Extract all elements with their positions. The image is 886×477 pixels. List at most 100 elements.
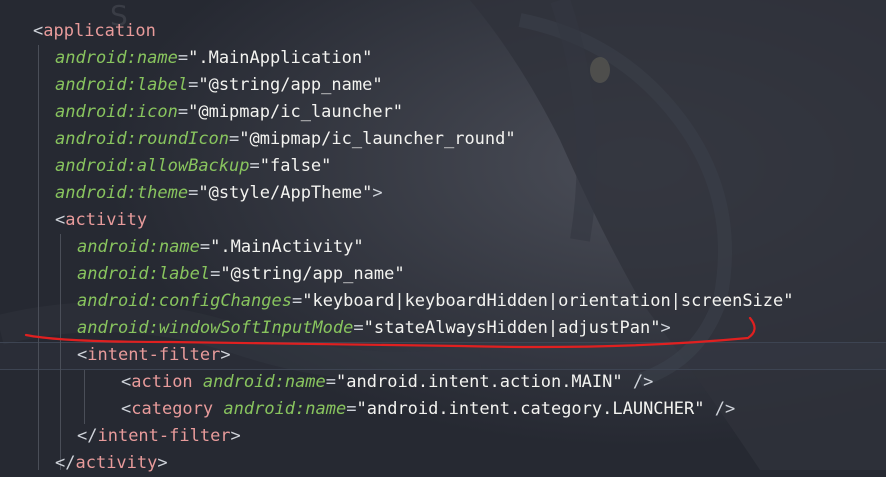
namespace-separator: : [274, 372, 285, 392]
namespace-separator: : [148, 291, 159, 311]
attribute-value: "stateAlwaysHidden|adjustPan" [363, 318, 661, 338]
tag-bracket: </ [77, 426, 98, 446]
tag-bracket: < [55, 210, 66, 230]
equals-sign: = [210, 264, 221, 284]
code-line[interactable]: android:label="@string/app_name" [55, 72, 383, 99]
namespace-prefix: android [55, 129, 127, 149]
attribute-name: name [305, 399, 347, 419]
indent-guide [84, 370, 85, 424]
namespace-separator: : [126, 75, 137, 95]
tag-bracket: > [230, 426, 241, 446]
xml-tag-name: category [131, 399, 214, 419]
code-line[interactable]: android:label="@string/app_name" [77, 261, 405, 288]
code-line[interactable]: <application [33, 18, 156, 45]
xml-tag-name: intent-filter [87, 345, 221, 365]
code-line[interactable]: android:theme="@style/AppTheme"> [55, 180, 383, 207]
code-line[interactable]: android:allowBackup="false" [55, 153, 331, 180]
equals-sign: = [353, 318, 364, 338]
attribute-name: theme [136, 183, 189, 203]
attribute-name: name [158, 237, 200, 257]
code-line[interactable]: </intent-filter> [77, 423, 241, 450]
namespace-separator: : [126, 48, 137, 68]
attribute-name: label [158, 264, 211, 284]
tag-bracket: > [660, 318, 671, 338]
namespace-separator: : [295, 399, 306, 419]
namespace-prefix: android [55, 102, 127, 122]
tag-bracket: < [33, 21, 44, 41]
namespace-prefix: android [77, 264, 149, 284]
code-line[interactable]: <activity [55, 207, 147, 234]
attribute-value: "android.intent.category.LAUNCHER" [356, 399, 705, 419]
equals-sign: = [346, 399, 357, 419]
namespace-prefix: android [55, 156, 127, 176]
namespace-prefix: android [55, 48, 127, 68]
attribute-name: label [136, 75, 189, 95]
equals-sign: = [229, 129, 240, 149]
tag-bracket: /> [622, 372, 654, 392]
code-line[interactable]: android:configChanges="keyboard|keyboard… [77, 288, 794, 315]
namespace-prefix: android [55, 75, 127, 95]
namespace-prefix: android [77, 318, 149, 338]
equals-sign: = [188, 183, 199, 203]
attribute-value: ".MainApplication" [188, 48, 373, 68]
equals-sign: = [291, 291, 303, 311]
tag-bracket: < [121, 399, 132, 419]
attribute-name: roundIcon [136, 129, 230, 149]
xml-tag-name: activity [75, 453, 158, 473]
code-line[interactable]: <action android:name="android.intent.act… [121, 369, 653, 396]
tag-bracket: < [77, 345, 88, 365]
namespace-prefix: android [223, 399, 296, 419]
xml-tag-name: activity [65, 210, 148, 230]
code-line[interactable]: android:roundIcon="@mipmap/ic_launcher_r… [55, 126, 516, 153]
namespace-separator: : [126, 156, 137, 176]
equals-sign: = [325, 372, 337, 392]
code-line[interactable]: android:name=".MainApplication" [55, 45, 372, 72]
attribute-value: "@style/AppTheme" [198, 183, 373, 203]
namespace-prefix: android [202, 372, 275, 392]
code-line[interactable]: <category android:name="android.intent.c… [121, 396, 735, 423]
code-line[interactable]: android:icon="@mipmap/ic_launcher" [55, 99, 403, 126]
attribute-name: name [284, 372, 326, 392]
namespace-separator: : [148, 237, 159, 257]
namespace-separator: : [126, 102, 137, 122]
equals-sign: = [177, 48, 189, 68]
equals-sign: = [188, 75, 199, 95]
equals-sign: = [249, 156, 260, 176]
namespace-separator: : [148, 318, 159, 338]
namespace-prefix: android [55, 183, 127, 203]
equals-sign: = [199, 237, 211, 257]
equals-sign: = [177, 102, 189, 122]
tag-bracket: < [121, 372, 132, 392]
attribute-value: "@mipmap/ic_launcher" [188, 102, 404, 122]
attribute-value: "false" [259, 156, 332, 176]
attribute-name: icon [136, 102, 178, 122]
code-line[interactable]: </activity> [55, 450, 168, 477]
xml-tag-name: application [43, 21, 156, 41]
code-line[interactable]: android:name=".MainActivity" [77, 234, 364, 261]
code-line[interactable]: <intent-filter> [77, 342, 231, 369]
attribute-name: allowBackup [136, 156, 250, 176]
attribute-value: "android.intent.action.MAIN" [336, 372, 623, 392]
attribute-name: configChanges [158, 291, 292, 311]
attribute-value: "@string/app_name" [220, 264, 405, 284]
tag-bracket: </ [55, 453, 76, 473]
namespace-prefix: android [77, 237, 149, 257]
xml-code-editor[interactable]: <application android:name=".MainApplicati… [0, 0, 886, 473]
tag-bracket: /> [704, 399, 736, 419]
attribute-value: "keyboard|keyboardHidden|orientation|scr… [302, 291, 794, 311]
indent-guide [60, 234, 61, 470]
tag-bracket: > [220, 345, 231, 365]
xml-tag-name: intent-filter [97, 426, 231, 446]
indent-guide [38, 45, 39, 470]
namespace-separator: : [148, 264, 159, 284]
tag-bracket: > [157, 453, 168, 473]
attribute-value: "@mipmap/ic_launcher_round" [239, 129, 516, 149]
namespace-prefix: android [77, 291, 149, 311]
attribute-name: windowSoftInputMode [158, 318, 354, 338]
namespace-separator: : [126, 129, 137, 149]
tag-bracket: > [372, 183, 383, 203]
attribute-name: name [136, 48, 178, 68]
attribute-value: ".MainActivity" [210, 237, 364, 257]
code-line[interactable]: android:windowSoftInputMode="stateAlways… [77, 315, 671, 342]
